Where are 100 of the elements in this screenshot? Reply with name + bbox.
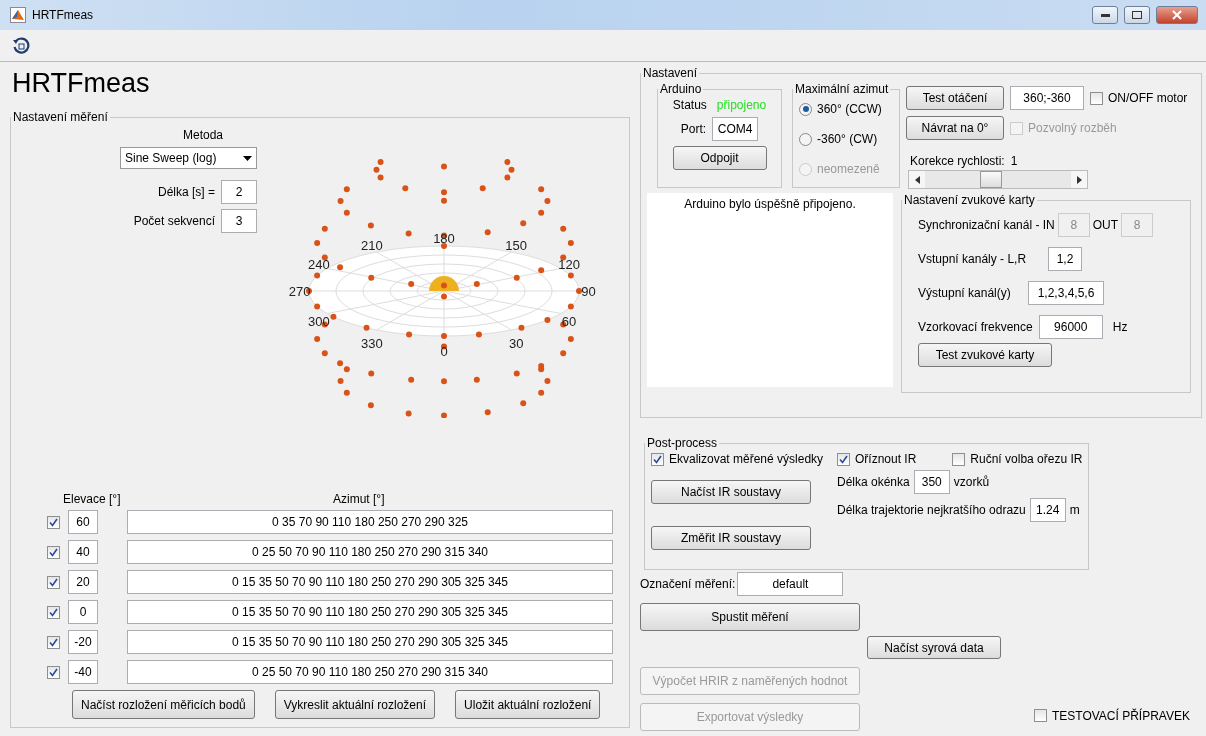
elevation-field[interactable]: 40: [68, 540, 98, 564]
disconnect-button[interactable]: Odpojit: [672, 146, 767, 170]
elevation-field[interactable]: 0: [68, 600, 98, 624]
window-length-label: Délka okénka: [837, 475, 910, 489]
dropdown-arrow-icon: [243, 155, 252, 161]
close-button[interactable]: [1156, 6, 1198, 24]
port-label: Port:: [680, 122, 707, 136]
slider-thumb[interactable]: [979, 171, 1002, 188]
column-header: Azimut [°]: [333, 492, 385, 506]
app-icon: [10, 7, 26, 23]
measurement-name-label: Označení měření:: [640, 577, 736, 591]
group-title: Arduino: [659, 82, 703, 96]
checkbox[interactable]: Oříznout IR: [837, 452, 917, 466]
speed-value: 1: [1010, 154, 1018, 168]
radio-button[interactable]: -360° (CW): [799, 132, 893, 146]
elevation-field[interactable]: 20: [68, 570, 98, 594]
path-length-field[interactable]: 1.24: [1029, 498, 1066, 522]
input-field[interactable]: 1,2: [1048, 247, 1082, 271]
rate-unit: Hz: [1112, 320, 1128, 334]
minimize-icon: [1100, 13, 1110, 17]
out-label: OUT: [1092, 218, 1119, 232]
layout-button[interactable]: Vykreslit aktuální rozložení: [274, 690, 436, 719]
checkmark-icon: [49, 547, 58, 557]
sync-label: Synchronizační kanál - IN: [918, 218, 1055, 232]
port-field[interactable]: COM4: [712, 117, 759, 141]
checkmark-icon: [49, 607, 58, 617]
azimuth-field[interactable]: 0 15 35 50 70 90 110 180 250 270 290 305 325 345: [127, 600, 613, 624]
checkmark-icon: [49, 637, 58, 647]
angle-label: 270: [288, 284, 311, 299]
checkmark-icon: [653, 454, 662, 464]
sequences-field[interactable]: 3: [221, 209, 257, 233]
method-dropdown[interactable]: Sine Sweep (log): [120, 147, 257, 169]
checkbox[interactable]: TESTOVACÍ PŘÍPRAVEK: [1033, 708, 1190, 723]
rotate-icon[interactable]: [12, 36, 30, 55]
measure-ir-button[interactable]: Změřit IR soustavy: [651, 526, 811, 550]
speed-slider[interactable]: [908, 170, 1088, 189]
angle-label: 0: [440, 344, 448, 360]
output-field[interactable]: 1,2,3,4,5,6: [1028, 281, 1104, 305]
layout-button[interactable]: Uložit aktuální rozložení: [455, 690, 601, 719]
return-button[interactable]: Návrat na 0°: [906, 116, 1004, 140]
log-text: Arduino bylo úspěšně připojeno.: [647, 193, 893, 387]
checkbox[interactable]: Ekvalizovat měřené výsledky: [651, 452, 837, 466]
window-unit: vzorků: [953, 475, 990, 489]
angle-label: 60: [561, 314, 577, 330]
speed-label: Korekce rychlosti:: [910, 154, 1005, 168]
checkmark-icon: [49, 517, 58, 527]
group-title: Nastavení zvukové karty: [903, 193, 1036, 207]
output-label: Výstupní kanál(y): [918, 286, 1012, 300]
window-title: HRTFmeas: [32, 8, 95, 22]
checkmark-icon: [839, 454, 848, 464]
group-title: Nastavení měření: [12, 110, 109, 124]
length-field[interactable]: 2: [221, 180, 257, 204]
checkbox[interactable]: Ruční volba ořezu IR: [952, 452, 1083, 466]
load-ir-button[interactable]: Načíst IR soustavy: [651, 480, 811, 504]
rotation-test-button[interactable]: Test otáčení: [906, 86, 1004, 110]
checkbox[interactable]: [47, 635, 60, 649]
maximize-button[interactable]: [1124, 6, 1150, 24]
checkbox[interactable]: [47, 545, 60, 559]
azimuth-field[interactable]: 0 25 50 70 90 110 180 250 270 290 315 340: [127, 660, 613, 684]
path-unit: m: [1069, 503, 1080, 517]
length-label: Délka [s] =: [157, 185, 215, 199]
angle-label: 300: [308, 314, 330, 330]
checkmark-icon: [49, 577, 58, 587]
action-button[interactable]: Spustit měření: [640, 603, 860, 631]
checkbox[interactable]: [47, 515, 60, 529]
elevation-field[interactable]: -20: [68, 630, 98, 654]
status-label: Status: [672, 98, 707, 112]
azimuth-field[interactable]: 0 35 70 90 110 180 250 270 290 325: [127, 510, 613, 534]
checkbox[interactable]: [47, 575, 60, 589]
radio-button[interactable]: 360° (CCW): [799, 102, 893, 116]
status-value: připojeno: [716, 98, 767, 112]
sound-card-test-button[interactable]: Test zvukové karty: [918, 343, 1052, 367]
checkbox[interactable]: ON/OFF motor: [1090, 91, 1188, 105]
action-button[interactable]: Načíst syrová data: [867, 636, 1001, 659]
angle-label: 120: [558, 257, 580, 273]
angle-label: 30: [509, 336, 524, 352]
group-title: Maximální azimut: [794, 82, 890, 96]
elevation-field[interactable]: -40: [68, 660, 98, 684]
checkbox[interactable]: [47, 665, 60, 679]
measurement-name-field[interactable]: default: [737, 572, 844, 596]
path-length-label: Délka trajektorie nejkratšího odrazu: [837, 503, 1026, 517]
angle-label: 240: [308, 257, 330, 273]
minimize-button[interactable]: [1092, 6, 1118, 24]
rate-field[interactable]: 96000: [1038, 315, 1103, 339]
elevation-field[interactable]: 60: [68, 510, 98, 534]
layout-button[interactable]: Načíst rozložení měřicích bodů: [72, 690, 255, 719]
azimuth-field[interactable]: 0 25 50 70 90 110 180 250 270 290 315 340: [127, 540, 613, 564]
app-title: HRTFmeas: [12, 68, 151, 100]
window-length-field[interactable]: 350: [913, 470, 950, 494]
rotation-range-field[interactable]: 360;-360: [1010, 86, 1084, 110]
angle-label: 330: [360, 336, 383, 352]
sequences-label: Počet sekvencí: [133, 214, 215, 228]
checkbox[interactable]: [47, 605, 60, 619]
angle-label: 90: [581, 284, 596, 299]
method-label: Metoda: [182, 128, 223, 142]
azimuth-field[interactable]: 0 15 35 50 70 90 110 180 250 270 290 305 325 345: [127, 570, 613, 594]
azimuth-field[interactable]: 0 15 35 50 70 90 110 180 250 270 290 305 325 345: [127, 630, 613, 654]
group-title: Nastavení: [642, 66, 699, 80]
checkmark-icon: [49, 667, 58, 677]
column-header: Elevace [°]: [63, 492, 122, 506]
